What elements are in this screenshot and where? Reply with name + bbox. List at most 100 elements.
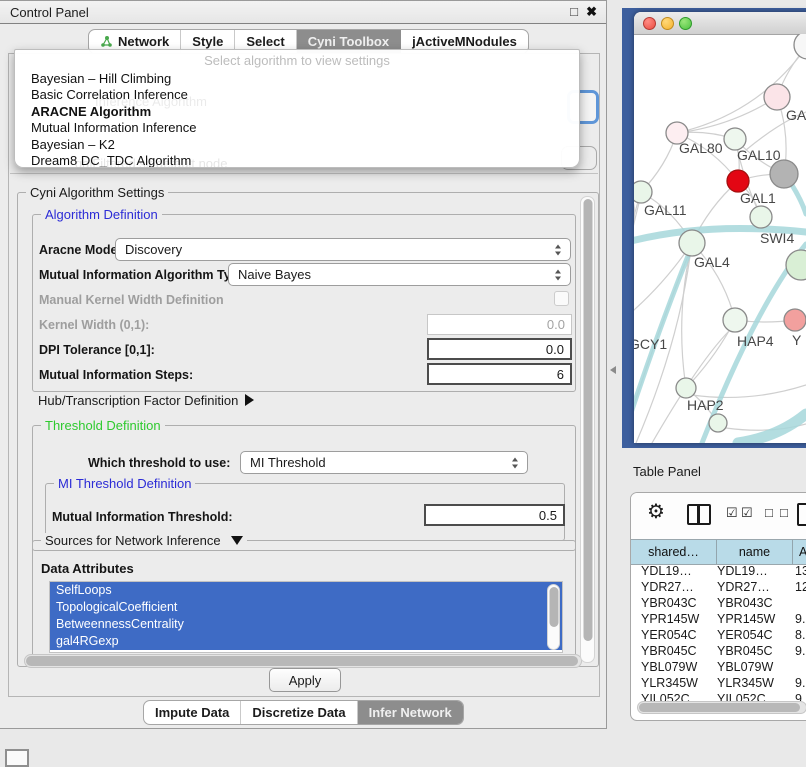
attribute-list-scrollbar[interactable] — [547, 584, 560, 650]
hub-definition-toggle[interactable]: Hub/Transcription Factor Definition — [38, 393, 254, 408]
tab-discretize-data[interactable]: Discretize Data — [241, 701, 357, 724]
algorithm-option[interactable]: Dream8 DC_TDC Algorithm — [17, 153, 577, 168]
settings-gear-icon[interactable]: ⚙ — [647, 502, 665, 522]
tab-label: Impute Data — [155, 705, 229, 720]
network-node[interactable] — [794, 34, 806, 59]
tab-infer-network[interactable]: Infer Network — [358, 701, 463, 724]
aracne-mode-select[interactable]: Discovery — [115, 238, 571, 261]
algorithm-option[interactable]: ARACNE Algorithm — [17, 104, 577, 120]
cyni-horizontal-scrollbar[interactable] — [24, 654, 582, 668]
scrollbar-thumb[interactable] — [639, 703, 800, 712]
network-node[interactable] — [679, 230, 705, 256]
table-row[interactable]: YPR145WYPR145W9. — [631, 611, 806, 627]
zoom-traffic-light-icon[interactable] — [679, 17, 692, 30]
dpi-tolerance-field[interactable]: 0.0 — [427, 338, 572, 360]
attribute-item[interactable]: BetweennessCentrality — [50, 616, 562, 633]
checked-checkbox-icon[interactable]: ☑ — [726, 505, 738, 521]
new-column-icon[interactable] — [797, 503, 806, 526]
network-edge-thick[interactable] — [738, 414, 806, 443]
attribute-list[interactable]: SelfLoopsTopologicalCoefficientBetweenne… — [49, 581, 563, 653]
unchecked-checkbox-icon[interactable]: □ — [765, 505, 773, 520]
kernel-width-field[interactable]: 0.0 — [427, 314, 572, 335]
table-row[interactable]: YIL052CYIL052C9 — [631, 691, 806, 701]
attribute-item[interactable]: SelfLoops — [50, 582, 562, 599]
table-row[interactable]: YDL19…YDL19…13 — [631, 563, 806, 579]
network-node[interactable] — [709, 414, 727, 432]
network-node[interactable] — [784, 309, 806, 331]
mi-threshold-definition-title: MI Threshold Definition — [54, 476, 195, 491]
threshold-definition-title: Threshold Definition — [41, 418, 165, 433]
network-icon — [100, 35, 113, 48]
table-horizontal-scrollbar[interactable] — [637, 701, 806, 714]
mi-steps-value: 6 — [557, 367, 564, 382]
scrollbar-thumb[interactable] — [26, 656, 578, 666]
tab-impute-data[interactable]: Impute Data — [144, 701, 241, 724]
network-node[interactable] — [786, 250, 806, 280]
attribute-item[interactable]: TopologicalCoefficient — [50, 599, 562, 616]
node-label: GCY1 — [634, 336, 667, 352]
node-label: HAP2 — [687, 397, 724, 413]
minimize-traffic-light-icon[interactable] — [661, 17, 674, 30]
network-node[interactable] — [727, 170, 749, 192]
control-panel-window: Control Panel □ ✖ NetworkStyleSelectCyni… — [0, 0, 607, 729]
table-cell: 13 — [793, 564, 806, 578]
algorithm-definition-title: Algorithm Definition — [41, 207, 162, 222]
column-header[interactable]: shared… — [631, 540, 717, 564]
network-edge[interactable] — [634, 192, 641, 322]
algorithm-option[interactable]: Basic Correlation Inference — [17, 87, 577, 103]
table-cell: YLR345W — [631, 676, 717, 690]
network-node[interactable] — [770, 160, 798, 188]
table-row[interactable]: YDR27…YDR27…12 — [631, 579, 806, 595]
network-edge[interactable] — [634, 243, 692, 322]
spinner-icon — [555, 244, 562, 255]
unchecked-checkbox-icon[interactable]: □ — [780, 505, 788, 520]
mi-steps-field[interactable]: 6 — [427, 363, 572, 385]
algorithm-option[interactable]: Mutual Information Inference — [17, 120, 577, 136]
network-node[interactable] — [676, 378, 696, 398]
attribute-item[interactable]: gal4RGexp — [50, 633, 562, 650]
network-node[interactable] — [723, 308, 747, 332]
network-window-titlebar[interactable] — [634, 12, 806, 35]
bottom-tabbar: Impute Data Discretize DataInfer Network — [143, 700, 464, 725]
close-traffic-light-icon[interactable] — [643, 17, 656, 30]
network-edge[interactable] — [692, 385, 806, 397]
node-label: GAL — [786, 107, 806, 123]
column-header[interactable]: A — [793, 540, 806, 564]
tab-label: Network — [118, 34, 169, 49]
close-icon[interactable]: ✖ — [586, 4, 597, 20]
table-toolbar: ⚙ ☑ ☑ □ □ — [631, 493, 806, 539]
checked-checkbox-icon[interactable]: ☑ — [741, 505, 753, 521]
mi-threshold-label: Mutual Information Threshold: — [52, 510, 233, 524]
table-row[interactable]: YBR045CYBR045C9. — [631, 643, 806, 659]
apply-button-label: Apply — [289, 673, 322, 688]
apply-button[interactable]: Apply — [269, 668, 341, 692]
algorithm-option[interactable]: Bayesian – K2 — [17, 137, 577, 153]
scrollbar-thumb[interactable] — [583, 199, 592, 641]
cyni-vertical-scrollbar[interactable] — [580, 196, 595, 663]
table-cell: YDL19… — [631, 564, 717, 578]
table-cell: 9 — [793, 692, 806, 701]
table-row[interactable]: YLR345WYLR345W9. — [631, 675, 806, 691]
network-node[interactable] — [634, 181, 652, 203]
minimized-panel-icon[interactable] — [5, 749, 29, 767]
table-row[interactable]: YBR043CYBR043C — [631, 595, 806, 611]
split-divider-arrow[interactable] — [610, 366, 616, 374]
sources-group-title[interactable]: Sources for Network Inference — [41, 533, 247, 548]
scrollbar-thumb[interactable] — [549, 587, 558, 627]
mi-algorithm-type-select[interactable]: Naive Bayes — [228, 263, 571, 286]
table-cell: YER054C — [717, 628, 793, 642]
column-header[interactable]: name — [717, 540, 793, 564]
column-browser-icon[interactable] — [687, 504, 711, 525]
node-label: GAL80 — [679, 140, 723, 156]
mi-threshold-field[interactable]: 0.5 — [424, 504, 565, 526]
float-window-icon[interactable]: □ — [570, 4, 578, 19]
which-threshold-select[interactable]: MI Threshold — [240, 451, 528, 474]
algorithm-option[interactable]: Bayesian – Hill Climbing — [17, 71, 577, 87]
table-row[interactable]: YER054CYER054C8. — [631, 627, 806, 643]
table-cell: YDR27… — [717, 580, 793, 594]
network-canvas[interactable]: GALGAL80GAL10GAL1GAL11SWI4GAL4HAP4YGCY1H… — [634, 34, 806, 443]
manual-kernel-checkbox[interactable] — [554, 291, 569, 306]
kernel-width-value: 0.0 — [547, 317, 565, 332]
network-node[interactable] — [750, 206, 772, 228]
table-row[interactable]: YBL079WYBL079W — [631, 659, 806, 675]
